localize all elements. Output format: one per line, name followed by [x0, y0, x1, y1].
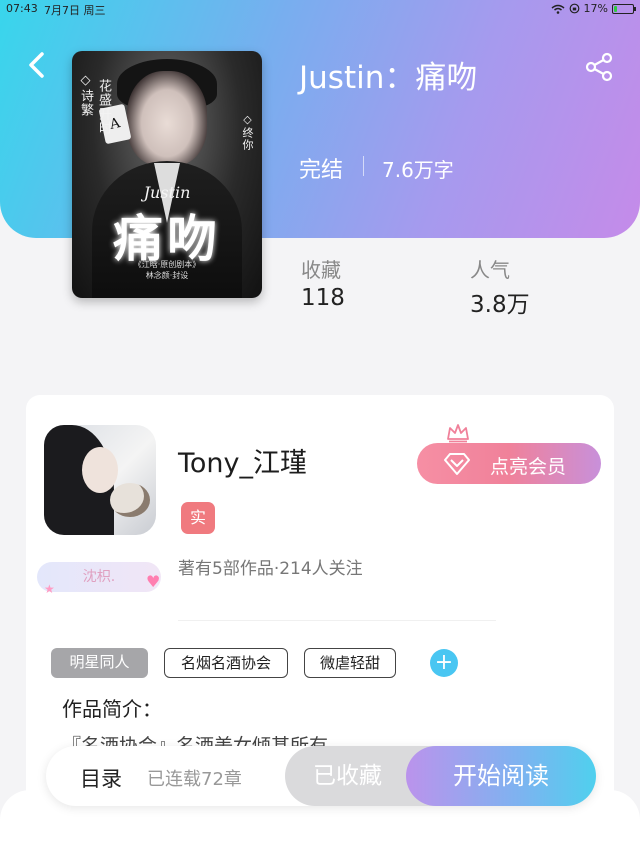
author-avatar[interactable]	[44, 425, 156, 535]
author-name[interactable]: Tony_江瑾	[178, 441, 307, 480]
cover-info: 《江晗·原创剧本》 林念颜·封设	[72, 259, 262, 281]
cover-vertical-text-2: 花盛开时	[96, 79, 111, 135]
chapter-count: 已连载72章	[147, 769, 242, 790]
vip-button[interactable]: 点亮会员	[417, 443, 601, 484]
orientation-lock-icon	[569, 3, 579, 14]
popularity-label: 人气	[470, 258, 510, 282]
battery-percent: 17%	[583, 2, 608, 15]
status-time: 07:43	[6, 2, 38, 15]
cover-info-line-2: 林念颜·封设	[145, 271, 189, 280]
add-tag-button[interactable]: +	[430, 649, 458, 677]
battery-icon	[612, 3, 636, 14]
share-icon	[585, 52, 613, 82]
diamond-icon	[444, 453, 470, 475]
author-meta: 著有5部作品·214人关注	[178, 559, 363, 579]
share-button[interactable]	[584, 52, 614, 82]
cover-vertical-text-3: ◇终你	[241, 113, 254, 151]
start-reading-button[interactable]: 开始阅读	[406, 746, 596, 806]
chevron-left-icon	[29, 52, 44, 78]
word-count: 7.6万字	[382, 158, 454, 182]
collect-value: 118	[301, 285, 345, 311]
verified-badge: 实	[181, 502, 215, 534]
heart-icon: ♥	[146, 572, 161, 591]
book-detail-page: 07:43 7月7日 周三 17% A ◇诗繁 花盛开时 ◇终你 Justin …	[0, 0, 640, 853]
book-title: Justin：痛吻	[299, 60, 478, 96]
vip-button-label: 点亮会员	[490, 456, 567, 478]
cover-vertical-text-1: ◇诗繁	[78, 73, 93, 117]
cover-face	[127, 71, 207, 166]
star-icon: ★	[44, 582, 55, 596]
tag-item[interactable]: 明星同人	[51, 648, 148, 678]
popularity-value: 3.8万	[470, 292, 530, 318]
wifi-icon	[551, 4, 565, 14]
book-cover[interactable]: A ◇诗繁 花盛开时 ◇终你 Justin 痛吻 《江晗·原创剧本》 林念颜·封…	[72, 51, 262, 298]
tag-item[interactable]: 微虐轻甜	[304, 648, 396, 678]
status-bar: 07:43 7月7日 周三 17%	[0, 0, 640, 18]
intro-label: 作品简介：	[62, 697, 162, 721]
book-status: 完结	[299, 158, 344, 183]
card-divider	[178, 620, 496, 621]
status-right: 17%	[551, 2, 636, 15]
crown-icon	[447, 424, 469, 443]
collect-label: 收藏	[301, 258, 341, 282]
tag-item[interactable]: 名烟名酒协会	[164, 648, 288, 678]
toc-button[interactable]: 目录	[80, 763, 122, 793]
avatar-cat	[110, 483, 150, 517]
status-divider	[363, 156, 364, 176]
status-date: 7月7日 周三	[44, 4, 106, 17]
back-button[interactable]	[22, 48, 52, 82]
battery-fill	[614, 5, 617, 12]
cover-info-line-1: 《江晗·原创剧本》	[133, 260, 201, 269]
avatar-frame-tag: 沈枳.	[37, 562, 161, 592]
avatar-face	[82, 447, 118, 493]
